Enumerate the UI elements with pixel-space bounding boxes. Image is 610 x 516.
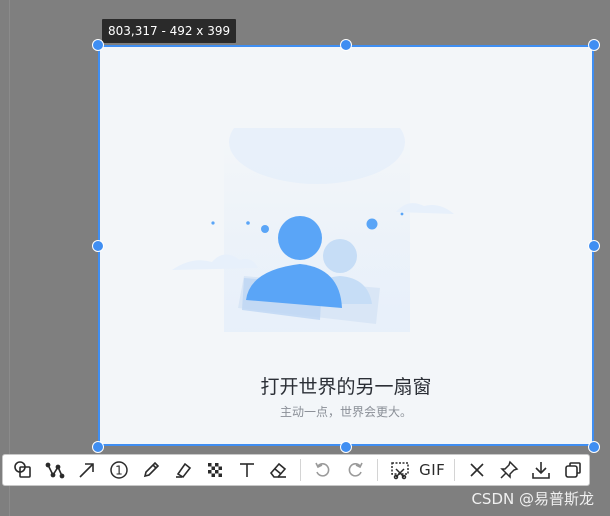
- resize-handle-bottom-left[interactable]: [92, 441, 104, 453]
- resize-handle-bottom[interactable]: [340, 441, 352, 453]
- text-icon: [239, 463, 254, 477]
- polyline-icon: [45, 462, 65, 479]
- undo-button[interactable]: [307, 455, 339, 485]
- pin-icon: [500, 460, 519, 479]
- pencil-icon: [143, 461, 159, 478]
- mosaic-icon: [207, 463, 222, 477]
- pen-tool[interactable]: [135, 455, 167, 485]
- scroll-capture-icon: [391, 462, 410, 480]
- resize-handle-top-right[interactable]: [588, 39, 600, 51]
- close-icon: [470, 463, 484, 477]
- resize-handle-top-left[interactable]: [92, 39, 104, 51]
- number-marker-label: 1: [115, 464, 123, 478]
- polyline-tool[interactable]: [39, 455, 71, 485]
- resize-handle-top[interactable]: [340, 39, 352, 51]
- mosaic-tool[interactable]: [199, 455, 231, 485]
- cancel-button[interactable]: [461, 455, 493, 485]
- arrow-tool[interactable]: [71, 455, 103, 485]
- redo-button[interactable]: [339, 455, 371, 485]
- arrow-icon: [79, 463, 94, 478]
- pin-button[interactable]: [493, 455, 525, 485]
- copy-icon: [565, 462, 581, 478]
- toolbar-divider: [377, 459, 379, 481]
- copy-button[interactable]: [557, 455, 589, 485]
- number-marker-icon: 1: [110, 461, 128, 479]
- highlighter-tool[interactable]: [167, 455, 199, 485]
- highlighter-icon: [175, 462, 191, 479]
- undo-icon: [315, 462, 330, 477]
- redo-icon: [349, 462, 364, 477]
- long-screenshot-button[interactable]: [384, 455, 416, 485]
- gif-label: GIF: [419, 461, 446, 479]
- shape-tool[interactable]: [7, 455, 39, 485]
- shapes-icon: [14, 461, 31, 478]
- eraser-tool[interactable]: [263, 455, 295, 485]
- toolbar-divider: [454, 459, 456, 481]
- annotation-toolbar: 1 GIF: [2, 454, 590, 486]
- save-button[interactable]: [525, 455, 557, 485]
- text-tool[interactable]: [231, 455, 263, 485]
- gif-button[interactable]: GIF: [416, 455, 448, 485]
- resize-handle-left[interactable]: [92, 240, 104, 252]
- selection-size-readout: 803,317 - 492 x 399: [102, 19, 237, 43]
- eraser-icon: [270, 462, 287, 478]
- toolbar-divider: [300, 459, 302, 481]
- resize-handle-right[interactable]: [588, 240, 600, 252]
- content-title: 打开世界的另一扇窗: [260, 376, 432, 398]
- screen-edge-guide: [9, 0, 10, 516]
- watermark-text: CSDN @易普斯龙: [471, 490, 594, 508]
- download-icon: [532, 462, 550, 479]
- resize-handle-bottom-right[interactable]: [588, 441, 600, 453]
- user-group-icon: [172, 128, 454, 332]
- content-subtitle: 主动一点，世界会更大。: [279, 405, 412, 419]
- number-marker-tool[interactable]: 1: [103, 455, 135, 485]
